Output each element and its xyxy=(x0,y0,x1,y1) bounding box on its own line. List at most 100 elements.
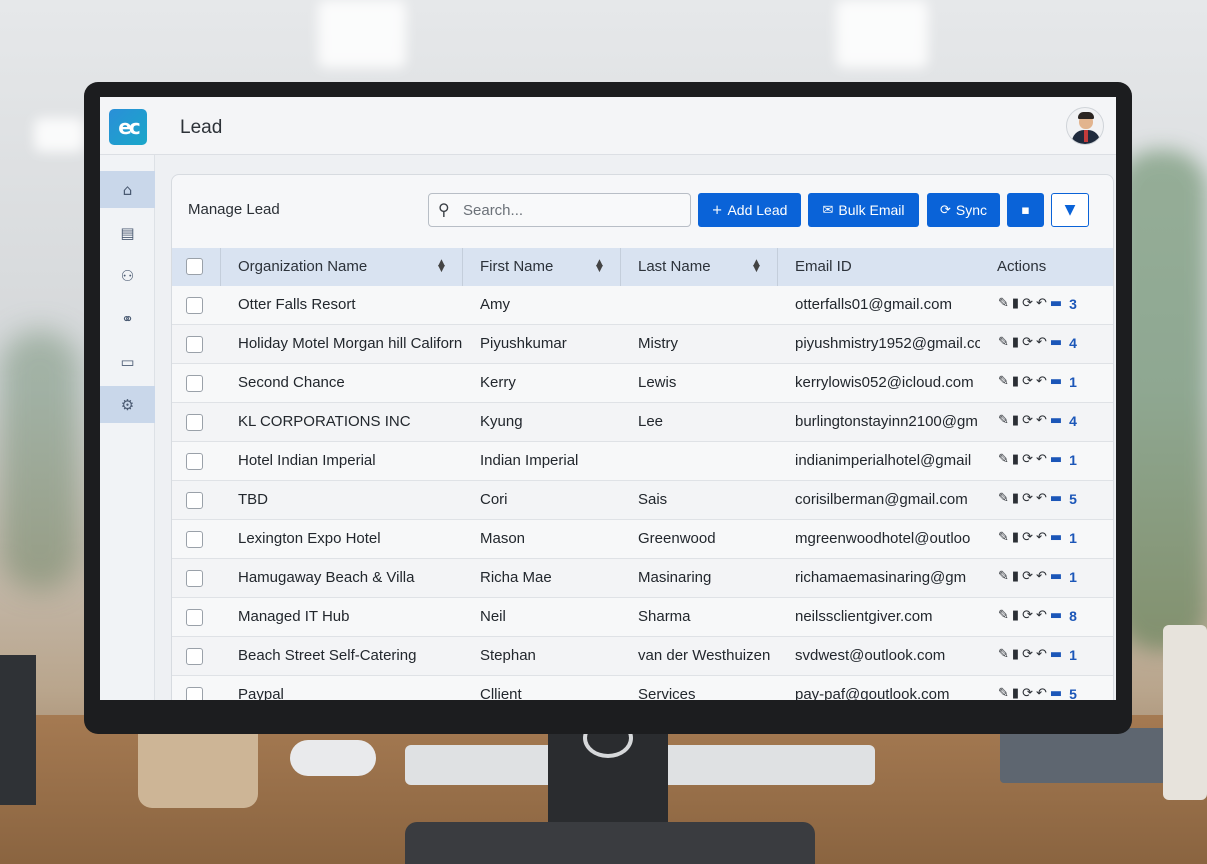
edit-icon[interactable]: ✎ xyxy=(998,296,1009,312)
row-checkbox[interactable] xyxy=(186,648,203,665)
comment-icon[interactable]: ▬ xyxy=(1050,296,1062,312)
edit-icon[interactable]: ✎ xyxy=(998,686,1009,700)
edit-icon[interactable]: ✎ xyxy=(998,530,1009,546)
trash-icon[interactable]: ▮ xyxy=(1012,452,1019,468)
sidebar-item[interactable]: ▭ xyxy=(100,343,155,380)
edit-icon[interactable]: ✎ xyxy=(998,608,1009,624)
comment-icon[interactable]: ▬ xyxy=(1050,452,1062,468)
trash-icon[interactable]: ▮ xyxy=(1012,647,1019,663)
comment-count[interactable]: 1 xyxy=(1069,647,1077,663)
sync-icon[interactable]: ⟳ xyxy=(1022,569,1033,585)
trash-icon[interactable]: ▮ xyxy=(1012,413,1019,429)
sync-icon[interactable]: ⟳ xyxy=(1022,413,1033,429)
sync-icon[interactable]: ⟳ xyxy=(1022,374,1033,390)
reply-icon[interactable]: ↶ xyxy=(1036,647,1047,663)
row-checkbox[interactable] xyxy=(186,687,203,700)
row-checkbox[interactable] xyxy=(186,492,203,509)
trash-icon[interactable]: ▮ xyxy=(1012,530,1019,546)
sort-icon[interactable]: ▲ ▼ xyxy=(596,259,603,274)
comment-count[interactable]: 4 xyxy=(1069,413,1077,429)
reply-icon[interactable]: ↶ xyxy=(1036,452,1047,468)
table-row[interactable]: Managed IT Hub Neil Sharma neilssclientgive… xyxy=(172,598,1113,637)
reply-icon[interactable]: ↶ xyxy=(1036,413,1047,429)
comment-icon[interactable]: ▬ xyxy=(1050,569,1062,585)
comment-icon[interactable]: ▬ xyxy=(1050,374,1062,390)
app-logo[interactable]: ec xyxy=(109,109,147,145)
sidebar-item[interactable]: ⚭ xyxy=(100,300,155,337)
table-row[interactable]: Paypal Cllient Services pay-paf@goutlook.co… xyxy=(172,676,1113,700)
header-first-name[interactable]: First Name xyxy=(480,258,553,275)
comment-icon[interactable]: ▬ xyxy=(1050,413,1062,429)
sync-icon[interactable]: ⟳ xyxy=(1022,608,1033,624)
header-email-id[interactable]: Email ID xyxy=(795,258,852,275)
edit-icon[interactable]: ✎ xyxy=(998,374,1009,390)
comment-icon[interactable]: ▬ xyxy=(1050,530,1062,546)
add-lead-button[interactable]: + Add Lead xyxy=(698,193,801,227)
sync-icon[interactable]: ⟳ xyxy=(1022,452,1033,468)
sync-icon[interactable]: ⟳ xyxy=(1022,530,1033,546)
table-row[interactable]: Lexington Expo Hotel Mason Greenwood mgreen… xyxy=(172,520,1113,559)
search-box[interactable]: ⚲ xyxy=(428,193,691,227)
comment-count[interactable]: 8 xyxy=(1069,608,1077,624)
sidebar-item[interactable]: ⚙ xyxy=(100,386,155,423)
row-checkbox[interactable] xyxy=(186,375,203,392)
sync-button[interactable]: ⟳ Sync xyxy=(927,193,1000,227)
sidebar-item[interactable]: ⚇ xyxy=(100,257,155,294)
reply-icon[interactable]: ↶ xyxy=(1036,686,1047,700)
row-checkbox[interactable] xyxy=(186,336,203,353)
trash-icon[interactable]: ▮ xyxy=(1012,374,1019,390)
table-row[interactable]: Otter Falls Resort Amy otterfalls01@gmail.… xyxy=(172,286,1113,325)
reply-icon[interactable]: ↶ xyxy=(1036,296,1047,312)
sync-icon[interactable]: ⟳ xyxy=(1022,491,1033,507)
search-input[interactable] xyxy=(463,200,683,220)
sidebar-item[interactable]: ▤ xyxy=(100,214,155,251)
trash-icon[interactable]: ▮ xyxy=(1012,296,1019,312)
row-checkbox[interactable] xyxy=(186,297,203,314)
comment-icon[interactable]: ▬ xyxy=(1050,647,1062,663)
trash-icon[interactable]: ▮ xyxy=(1012,608,1019,624)
table-row[interactable]: Second Chance Kerry Lewis kerrylowis052@icl… xyxy=(172,364,1113,403)
table-row[interactable]: TBD Cori Sais corisilberman@gmail.com ✎ ▮ ⟳ ↶ ▬ 5 xyxy=(172,481,1113,520)
row-checkbox[interactable] xyxy=(186,453,203,470)
edit-icon[interactable]: ✎ xyxy=(998,335,1009,351)
trash-icon[interactable]: ▮ xyxy=(1012,686,1019,700)
edit-icon[interactable]: ✎ xyxy=(998,647,1009,663)
edit-icon[interactable]: ✎ xyxy=(998,569,1009,585)
sync-icon[interactable]: ⟳ xyxy=(1022,296,1033,312)
comment-count[interactable]: 5 xyxy=(1069,686,1077,700)
comment-icon[interactable]: ▬ xyxy=(1050,335,1062,351)
filter-button[interactable]: ▼ xyxy=(1051,193,1089,227)
sync-icon[interactable]: ⟳ xyxy=(1022,686,1033,700)
row-checkbox[interactable] xyxy=(186,609,203,626)
comment-icon[interactable]: ▬ xyxy=(1050,608,1062,624)
reply-icon[interactable]: ↶ xyxy=(1036,608,1047,624)
comment-count[interactable]: 1 xyxy=(1069,569,1077,585)
sort-icon[interactable]: ▲ ▼ xyxy=(753,259,760,274)
reply-icon[interactable]: ↶ xyxy=(1036,530,1047,546)
edit-icon[interactable]: ✎ xyxy=(998,491,1009,507)
trash-icon[interactable]: ▮ xyxy=(1012,335,1019,351)
comment-icon[interactable]: ▬ xyxy=(1050,686,1062,700)
reply-icon[interactable]: ↶ xyxy=(1036,569,1047,585)
row-checkbox[interactable] xyxy=(186,531,203,548)
header-organization-name[interactable]: Organization Name xyxy=(238,258,367,275)
comment-count[interactable]: 1 xyxy=(1069,452,1077,468)
reply-icon[interactable]: ↶ xyxy=(1036,491,1047,507)
reply-icon[interactable]: ↶ xyxy=(1036,374,1047,390)
comment-icon[interactable]: ▬ xyxy=(1050,491,1062,507)
comment-count[interactable]: 4 xyxy=(1069,335,1077,351)
bulk-email-button[interactable]: ✉ Bulk Email xyxy=(808,193,919,227)
table-row[interactable]: Beach Street Self-Catering Stephan van der… xyxy=(172,637,1113,676)
sync-icon[interactable]: ⟳ xyxy=(1022,647,1033,663)
sidebar-item[interactable]: ⌂ xyxy=(100,171,155,208)
reply-icon[interactable]: ↶ xyxy=(1036,335,1047,351)
table-row[interactable]: Hotel Indian Imperial Indian Imperial indi… xyxy=(172,442,1113,481)
trash-icon[interactable]: ▮ xyxy=(1012,569,1019,585)
comment-count[interactable]: 1 xyxy=(1069,530,1077,546)
table-row[interactable]: KL CORPORATIONS INC Kyung Lee burlingtonsta… xyxy=(172,403,1113,442)
trash-icon[interactable]: ▮ xyxy=(1012,491,1019,507)
sort-icon[interactable]: ▲ ▼ xyxy=(438,259,445,274)
comment-count[interactable]: 5 xyxy=(1069,491,1077,507)
table-row[interactable]: Holiday Motel Morgan hill Californ Piyush… xyxy=(172,325,1113,364)
row-checkbox[interactable] xyxy=(186,414,203,431)
